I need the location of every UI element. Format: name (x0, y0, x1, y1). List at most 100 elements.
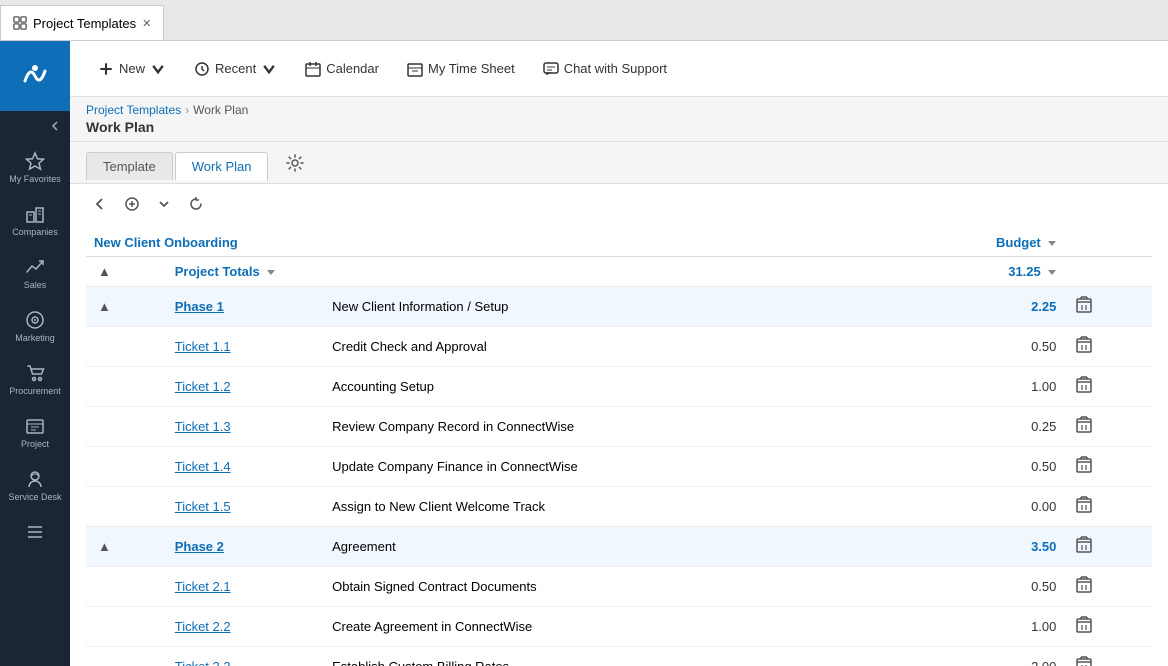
calendar-button[interactable]: Calendar (293, 55, 391, 83)
new-button[interactable]: New (86, 55, 178, 83)
sidebar-item-project[interactable]: Project (0, 406, 70, 459)
phase2-collapse-btn[interactable]: ▲ (94, 539, 115, 554)
ticket12-budget-cell: 1.00 (897, 367, 1064, 407)
servicedesk-icon (25, 469, 45, 489)
ticket11-desc-cell: Credit Check and Approval (324, 327, 897, 367)
sidebar-item-more[interactable] (0, 512, 70, 552)
ticket15-delete-cell (1064, 487, 1152, 527)
expand-button[interactable] (150, 192, 178, 221)
phase1-delete-btn[interactable] (1072, 294, 1096, 319)
sidebar-item-sales[interactable]: Sales (0, 247, 70, 300)
page-title: Work Plan (86, 117, 1152, 139)
ticket23-desc-cell: Establish Custom Billing Rates (324, 647, 897, 666)
ticket14-indent (86, 447, 167, 487)
more-icon (25, 522, 45, 542)
timesheet-icon (407, 61, 423, 77)
project-templates-tab[interactable]: Project Templates ✕ (0, 5, 164, 40)
new-chevron-icon (150, 61, 166, 77)
totals-collapse-btn[interactable]: ▲ (94, 264, 115, 279)
ticket11-delete-cell (1064, 327, 1152, 367)
breadcrumb-parent[interactable]: Project Templates (86, 103, 181, 117)
app-logo[interactable] (0, 41, 70, 111)
ticket21-indent (86, 567, 167, 607)
table-header: New Client Onboarding Budget (86, 229, 1152, 257)
phase1-budget-cell: 2.25 (897, 287, 1064, 327)
ticket14-delete-btn[interactable] (1072, 454, 1096, 479)
ticket13-id-cell[interactable]: Ticket 1.3 (167, 407, 324, 447)
ticket12-desc-cell: Accounting Setup (324, 367, 897, 407)
marketing-icon (25, 310, 45, 330)
trash-icon (1076, 376, 1092, 394)
chat-button[interactable]: Chat with Support (531, 55, 679, 83)
totals-budget-cell: 31.25 (897, 257, 1064, 287)
sidebar-item-marketing[interactable]: Marketing (0, 300, 70, 353)
sidebar-item-label: My Favorites (9, 174, 61, 184)
tab-template[interactable]: Template (86, 152, 173, 180)
trash-icon (1076, 296, 1092, 314)
ticket23-id-cell[interactable]: Ticket 2.3 (167, 647, 324, 666)
ticket22-delete-btn[interactable] (1072, 614, 1096, 639)
ticket-2-3-row: Ticket 2.3 Establish Custom Billing Rate… (86, 647, 1152, 666)
ticket15-id-cell[interactable]: Ticket 1.5 (167, 487, 324, 527)
trash-icon (1076, 576, 1092, 594)
sidebar-item-label: Companies (12, 227, 58, 237)
phase1-id-cell[interactable]: Phase 1 (167, 287, 324, 327)
sidebar-item-favorites[interactable]: My Favorites (0, 141, 70, 194)
ticket15-delete-btn[interactable] (1072, 494, 1096, 519)
project-header: New Client Onboarding (86, 229, 897, 257)
ticket15-budget-cell: 0.00 (897, 487, 1064, 527)
trash-icon (1076, 416, 1092, 434)
template-tab-icon (13, 16, 27, 30)
sidebar-item-companies[interactable]: Companies (0, 194, 70, 247)
ticket23-delete-cell (1064, 647, 1152, 666)
phase-2-row: ▲ Phase 2 Agreement 3.50 (86, 527, 1152, 567)
ticket11-delete-btn[interactable] (1072, 334, 1096, 359)
ticket22-budget-cell: 1.00 (897, 607, 1064, 647)
phase1-desc-cell: New Client Information / Setup (324, 287, 897, 327)
budget-sort-arrow (1048, 241, 1056, 246)
ticket14-id-cell[interactable]: Ticket 1.4 (167, 447, 324, 487)
phase1-collapse-btn[interactable]: ▲ (94, 299, 115, 314)
ticket22-desc-cell: Create Agreement in ConnectWise (324, 607, 897, 647)
ticket-1-4-row: Ticket 1.4 Update Company Finance in Con… (86, 447, 1152, 487)
ticket13-delete-btn[interactable] (1072, 414, 1096, 439)
totals-label-cell: Project Totals (167, 257, 897, 287)
phase2-delete-btn[interactable] (1072, 534, 1096, 559)
calendar-icon (305, 61, 321, 77)
tab-workplan[interactable]: Work Plan (175, 152, 269, 181)
sidebar-item-label: Procurement (9, 386, 61, 396)
ticket12-delete-btn[interactable] (1072, 374, 1096, 399)
ticket22-id-cell[interactable]: Ticket 2.2 (167, 607, 324, 647)
chevron-down-icon (156, 196, 172, 212)
sidebar-item-procurement[interactable]: Procurement (0, 353, 70, 406)
refresh-icon (188, 196, 204, 212)
main-area: New Recent (70, 41, 1168, 666)
budget-header: Budget (897, 229, 1064, 257)
ticket12-indent (86, 367, 167, 407)
breadcrumb-area: Project Templates › Work Plan Work Plan (70, 97, 1168, 142)
ticket12-delete-cell (1064, 367, 1152, 407)
plus-icon (98, 61, 114, 77)
ticket21-delete-btn[interactable] (1072, 574, 1096, 599)
timesheet-button[interactable]: My Time Sheet (395, 55, 527, 83)
procurement-icon (25, 363, 45, 383)
add-button[interactable] (118, 192, 146, 221)
trash-icon (1076, 496, 1092, 514)
settings-gear-button[interactable] (278, 148, 312, 183)
chat-label: Chat with Support (564, 61, 667, 76)
refresh-button[interactable] (182, 192, 210, 221)
sidebar-collapse-btn[interactable] (0, 111, 70, 141)
back-button[interactable] (86, 192, 114, 221)
ticket21-id-cell[interactable]: Ticket 2.1 (167, 567, 324, 607)
ticket12-id-cell[interactable]: Ticket 1.2 (167, 367, 324, 407)
recent-button[interactable]: Recent (182, 55, 289, 83)
ticket-1-1-row: Ticket 1.1 Credit Check and Approval 0.5… (86, 327, 1152, 367)
ticket11-id-cell[interactable]: Ticket 1.1 (167, 327, 324, 367)
tab-close-btn[interactable]: ✕ (142, 17, 151, 30)
recent-icon (194, 61, 210, 77)
phase2-id-cell[interactable]: Phase 2 (167, 527, 324, 567)
ticket23-budget-cell: 2.00 (897, 647, 1064, 666)
ticket13-budget-cell: 0.25 (897, 407, 1064, 447)
sidebar-item-servicedesk[interactable]: Service Desk (0, 459, 70, 512)
ticket23-delete-btn[interactable] (1072, 654, 1096, 666)
